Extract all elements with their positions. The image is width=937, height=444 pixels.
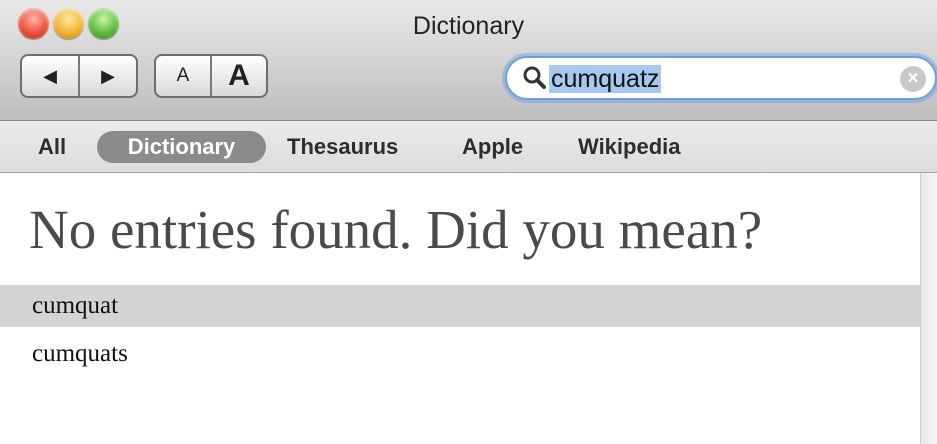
font-size-controls: A A — [154, 54, 268, 98]
tab-thesaurus[interactable]: Thesaurus — [287, 131, 398, 163]
results-pane: No entries found. Did you mean? cumquat … — [0, 173, 920, 444]
search-input[interactable]: cumquatz — [549, 65, 662, 93]
no-results-heading: No entries found. Did you mean? — [29, 199, 763, 260]
window-title: Dictionary — [412, 12, 525, 40]
suggestion-item[interactable]: cumquat — [0, 285, 920, 327]
dictionary-window: Dictionary ◀ ▶ A A cumquatz × All Dictio… — [0, 0, 937, 444]
tab-dictionary[interactable]: Dictionary — [97, 131, 266, 163]
tab-apple[interactable]: Apple — [462, 131, 523, 163]
source-scope-bar: All Dictionary Thesaurus Apple Wikipedia — [0, 121, 937, 173]
tab-wikipedia[interactable]: Wikipedia — [578, 131, 681, 163]
search-icon — [523, 66, 546, 89]
history-navigation: ◀ ▶ — [20, 54, 138, 98]
search-field[interactable]: cumquatz × — [505, 56, 937, 100]
suggestion-item[interactable]: cumquats — [0, 333, 920, 375]
vertical-scrollbar[interactable] — [920, 173, 937, 444]
forward-button[interactable]: ▶ — [78, 56, 136, 96]
decrease-font-size-button[interactable]: A — [156, 56, 210, 96]
increase-font-size-button[interactable]: A — [210, 56, 266, 96]
back-button[interactable]: ◀ — [22, 56, 78, 96]
clear-search-icon[interactable]: × — [900, 66, 926, 92]
title-bar: Dictionary ◀ ▶ A A cumquatz × — [0, 0, 937, 121]
tab-all[interactable]: All — [38, 131, 66, 163]
